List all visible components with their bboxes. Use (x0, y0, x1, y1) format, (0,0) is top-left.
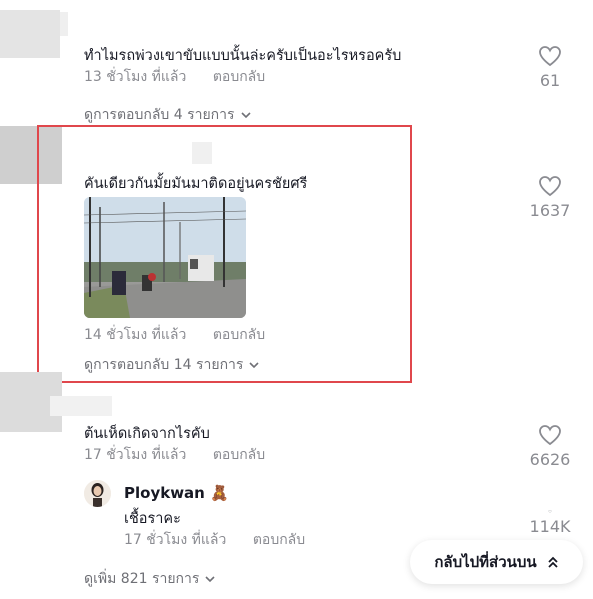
reply-button[interactable]: ตอบกลับ (213, 69, 265, 85)
back-to-top-label: กลับไปที่ส่วนบน (434, 553, 537, 571)
like-count: 6626 (529, 450, 571, 469)
like-button[interactable]: 114K (520, 510, 580, 536)
reply-time: 17 ชั่วโมง ที่แล้ว (124, 532, 227, 548)
like-button[interactable]: 1637 (520, 175, 580, 220)
double-chevron-up-icon (548, 556, 558, 568)
reply-text: เชื้อราคะ (124, 511, 181, 527)
reply-meta: 17 ชั่วโมง ที่แล้ว ตอบกลับ (124, 529, 305, 551)
reply-username: Ploykwan 🧸 (124, 484, 229, 502)
chevron-down-icon (205, 576, 215, 583)
comment-time: 13 ชั่วโมง ที่แล้ว (84, 69, 187, 85)
like-button[interactable]: 61 (520, 45, 580, 90)
username-blurred (50, 396, 112, 416)
comment-time: 17 ชั่วโมง ที่แล้ว (84, 447, 187, 463)
heart-icon (539, 176, 561, 197)
comment-meta: 14 ชั่วโมง ที่แล้ว ตอบกลับ (84, 324, 265, 346)
comment-text: ทำไมรถพ่วงเขาขับแบบนั้นล่ะครับเป็นอะไรหร… (84, 48, 402, 64)
avatar-photo-image (84, 480, 111, 507)
like-count: 114K (529, 517, 571, 536)
like-button[interactable]: 6626 (520, 424, 580, 469)
back-to-top-button[interactable]: กลับไปที่ส่วนบน (410, 540, 583, 584)
view-more-label: ดูเพิ่ม 821 รายการ (84, 571, 200, 587)
comment-photo[interactable] (84, 197, 246, 318)
comment-text: คันเดียวกันมั้ยมันมาติดอยู่นครชัยศรี (84, 176, 308, 192)
view-replies-link[interactable]: ดูการตอบกลับ 14 รายการ (84, 354, 261, 376)
reply-button[interactable]: ตอบกลับ (213, 447, 265, 463)
comment-time: 14 ชั่วโมง ที่แล้ว (84, 327, 187, 343)
reply-username-text: Ploykwan (124, 484, 205, 502)
reply-avatar[interactable] (84, 480, 111, 507)
reply-button[interactable]: ตอบกลับ (213, 327, 265, 343)
chevron-down-icon (240, 112, 251, 119)
heart-icon (539, 425, 561, 446)
chevron-down-icon (249, 362, 260, 369)
heart-icon (548, 510, 552, 513)
view-replies-label: ดูการตอบกลับ 14 รายการ (84, 357, 244, 373)
teddy-bear-icon: 🧸 (210, 484, 229, 502)
comment-meta: 17 ชั่วโมง ที่แล้ว ตอบกลับ (84, 444, 265, 466)
avatar[interactable] (0, 10, 60, 58)
comment-text: ต้นเห็ดเกิดจากไรคับ (84, 426, 210, 442)
road-photo-image (84, 197, 246, 318)
comment-meta: 13 ชั่วโมง ที่แล้ว ตอบกลับ (84, 66, 265, 88)
like-count: 61 (539, 71, 561, 90)
heart-icon (539, 46, 561, 67)
view-replies-label: ดูการตอบกลับ 4 รายการ (84, 107, 235, 123)
like-count: 1637 (529, 201, 571, 220)
view-more-link[interactable]: ดูเพิ่ม 821 รายการ (84, 568, 217, 590)
view-replies-link[interactable]: ดูการตอบกลับ 4 รายการ (84, 104, 253, 126)
reply-button[interactable]: ตอบกลับ (253, 532, 305, 548)
username-blurred (60, 12, 68, 36)
